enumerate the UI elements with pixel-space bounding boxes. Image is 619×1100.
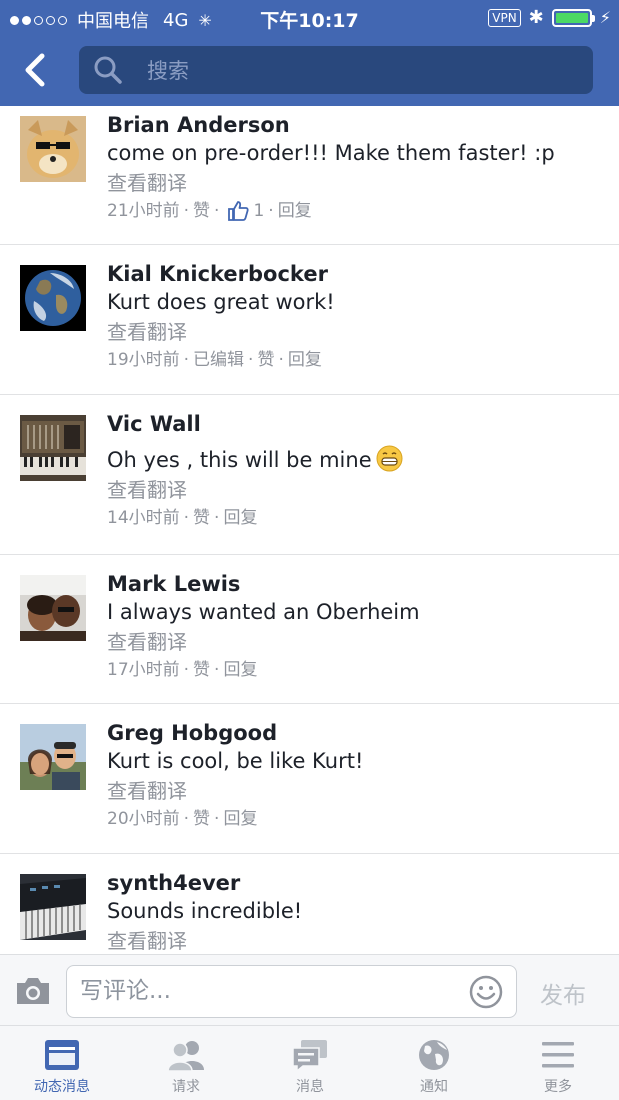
comment-time: 17小时前 (107, 660, 180, 680)
grinning-emoji-icon (376, 445, 403, 472)
see-translation-link[interactable]: 查看翻译 (107, 628, 609, 656)
tab-label: 通知 (420, 1079, 448, 1095)
doge-avatar-image (20, 116, 86, 182)
tab-messages[interactable]: 消息 (248, 1026, 372, 1100)
comments-list: Brian Anderson come on pre-order!!! Make… (0, 106, 619, 954)
bottom-tab-bar: 动态消息 请求 消息 通知 更多 (0, 1026, 619, 1100)
tab-label: 更多 (544, 1079, 572, 1095)
synthesizer-avatar-image (20, 415, 86, 481)
camera-icon[interactable] (14, 975, 52, 1007)
like-link[interactable]: 赞 (193, 197, 210, 225)
comment-composer: 写评论... 发布 (0, 954, 619, 1026)
reply-link[interactable]: 回复 (288, 346, 322, 374)
search-icon (94, 56, 122, 84)
avatar[interactable] (20, 575, 86, 641)
search-bar[interactable]: 搜索 (79, 46, 593, 94)
like-link[interactable]: 赞 (193, 656, 210, 684)
reply-link[interactable]: 回复 (223, 504, 257, 532)
earth-avatar-image (20, 265, 86, 331)
see-translation-link[interactable]: 查看翻译 (107, 476, 609, 504)
news-feed-icon (45, 1040, 79, 1070)
friend-requests-icon (167, 1041, 204, 1072)
avatar[interactable] (20, 265, 86, 331)
see-translation-link[interactable]: 查看翻译 (107, 777, 609, 805)
comment-text: Kurt is cool, be like Kurt! (107, 749, 364, 773)
menu-icon (542, 1042, 574, 1068)
battery-icon (551, 8, 595, 27)
comment-item: Brian Anderson come on pre-order!!! Make… (0, 106, 619, 245)
tab-label: 消息 (296, 1079, 324, 1095)
status-bar: 中国电信 4G ✳ 下午10:17 VPN ✱ ⚡ (0, 0, 619, 36)
comment-author[interactable]: Vic Wall (107, 411, 609, 437)
comment-item: Kial Knickerbocker Kurt does great work!… (0, 245, 619, 395)
edited-label: 已编辑 (193, 350, 245, 370)
comment-author[interactable]: Kial Knickerbocker (107, 261, 609, 287)
status-right: VPN ✱ ⚡ (488, 7, 611, 28)
bluetooth-icon: ✱ (528, 7, 544, 28)
comment-text: Kurt does great work! (107, 290, 335, 314)
app-header: 中国电信 4G ✳ 下午10:17 VPN ✱ ⚡ 搜索 (0, 0, 619, 106)
tab-notifications[interactable]: 通知 (372, 1026, 496, 1100)
comment-item: Greg Hobgood Kurt is cool, be like Kurt!… (0, 704, 619, 854)
comment-text: come on pre-order!!! Make them faster! :… (107, 141, 555, 165)
tab-label: 动态消息 (34, 1079, 90, 1095)
comment-meta: 14小时前 · 赞 · 回复 (107, 504, 609, 532)
comment-item: Mark Lewis I always wanted an Oberheim 查… (0, 555, 619, 704)
see-translation-link[interactable]: 查看翻译 (107, 169, 609, 197)
globe-notifications-icon (419, 1040, 449, 1070)
tab-news-feed[interactable]: 动态消息 (0, 1026, 124, 1100)
see-translation-link[interactable]: 查看翻译 (107, 318, 609, 346)
reply-link[interactable]: 回复 (223, 805, 257, 833)
tab-label: 请求 (172, 1079, 200, 1095)
comment-author[interactable]: Mark Lewis (107, 571, 609, 597)
back-button[interactable] (18, 50, 54, 90)
comment-author[interactable]: Greg Hobgood (107, 720, 609, 746)
comment-author[interactable]: Brian Anderson (107, 112, 609, 138)
like-link[interactable]: 赞 (257, 346, 274, 374)
couple-avatar-image (20, 575, 86, 641)
comment-time: 20小时前 (107, 809, 180, 829)
comment-author[interactable]: synth4ever (107, 870, 609, 896)
comment-text: I always wanted an Oberheim (107, 600, 420, 624)
comment-text: Sounds incredible! (107, 899, 303, 923)
tab-more[interactable]: 更多 (496, 1026, 619, 1100)
post-button[interactable]: 发布 (540, 976, 586, 1010)
reply-link[interactable]: 回复 (223, 656, 257, 684)
avatar[interactable] (20, 724, 86, 790)
comment-item: Vic Wall Oh yes , this will be mine 查看翻译… (0, 395, 619, 555)
charging-icon: ⚡ (599, 8, 611, 27)
comment-meta: 17小时前 · 赞 · 回复 (107, 656, 609, 684)
avatar[interactable] (20, 415, 86, 481)
smiley-icon[interactable] (469, 975, 503, 1009)
thumbs-up-icon (228, 201, 250, 221)
reply-link[interactable]: 回复 (278, 197, 312, 225)
like-link[interactable]: 赞 (193, 805, 210, 833)
see-translation-link[interactable]: 查看翻译 (107, 927, 609, 954)
selfie-avatar-image (20, 724, 86, 790)
comment-text: Oh yes , this will be mine (107, 445, 609, 474)
comment-meta: 19小时前 · 已编辑 · 赞 · 回复 (107, 346, 609, 374)
comment-time: 21小时前 (107, 201, 180, 221)
chevron-left-icon (25, 53, 45, 87)
like-count: 1 (253, 201, 265, 221)
keyboard-avatar-image (20, 874, 86, 940)
tab-friend-requests[interactable]: 请求 (124, 1026, 248, 1100)
comment-time: 19小时前 (107, 350, 180, 370)
search-placeholder: 搜索 (147, 59, 189, 83)
comment-time: 14小时前 (107, 508, 180, 528)
vpn-badge: VPN (488, 8, 521, 27)
like-link[interactable]: 赞 (193, 504, 210, 532)
avatar[interactable] (20, 116, 86, 182)
comment-meta: 20小时前 · 赞 · 回复 (107, 805, 609, 833)
comment-item: synth4ever Sounds incredible! 查看翻译 (0, 854, 619, 954)
messages-icon (292, 1040, 327, 1072)
comment-input[interactable]: 写评论... (66, 965, 517, 1018)
avatar[interactable] (20, 874, 86, 940)
comment-meta: 21小时前 · 赞 · 1 · 回复 (107, 197, 609, 225)
